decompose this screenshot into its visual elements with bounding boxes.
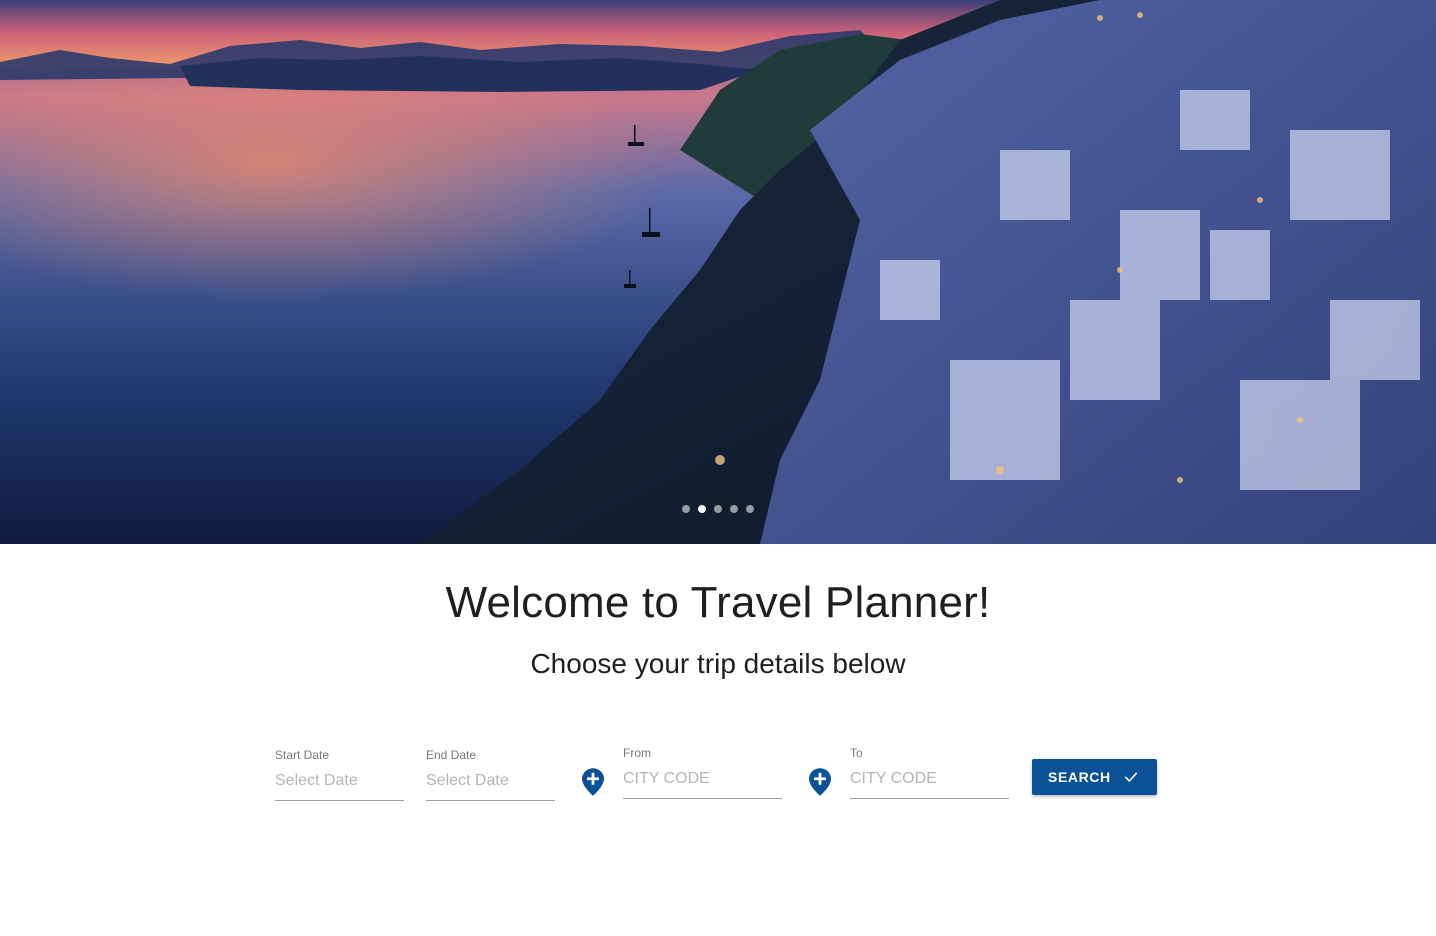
to-city-input[interactable]	[850, 760, 1009, 799]
carousel-dot[interactable]	[714, 505, 722, 513]
add-location-icon[interactable]	[582, 768, 604, 796]
search-button-label: SEARCH	[1048, 769, 1111, 785]
from-city-input[interactable]	[623, 760, 782, 799]
hero-carousel	[0, 0, 1436, 544]
end-date-label: End Date	[426, 748, 477, 762]
page-subtitle: Choose your trip details below	[530, 648, 906, 679]
check-icon	[1124, 772, 1138, 782]
add-location-icon[interactable]	[809, 768, 831, 796]
end-date-field: End Date	[426, 748, 555, 801]
to-field: To	[850, 746, 1009, 799]
from-label: From	[623, 746, 651, 760]
hero-image	[0, 0, 1436, 544]
search-button[interactable]: SEARCH	[1032, 759, 1157, 795]
start-date-field: Start Date	[275, 748, 404, 801]
start-date-input[interactable]	[275, 762, 404, 801]
carousel-dot[interactable]	[746, 505, 754, 513]
page-title: Welcome to Travel Planner!	[445, 578, 991, 627]
end-date-input[interactable]	[426, 762, 555, 801]
carousel-dot-active[interactable]	[698, 505, 706, 513]
carousel-dot[interactable]	[730, 505, 738, 513]
to-label: To	[850, 746, 863, 760]
carousel-dot[interactable]	[682, 505, 690, 513]
carousel-indicators	[0, 505, 1436, 513]
start-date-label: Start Date	[275, 748, 330, 762]
from-field: From	[623, 746, 782, 799]
